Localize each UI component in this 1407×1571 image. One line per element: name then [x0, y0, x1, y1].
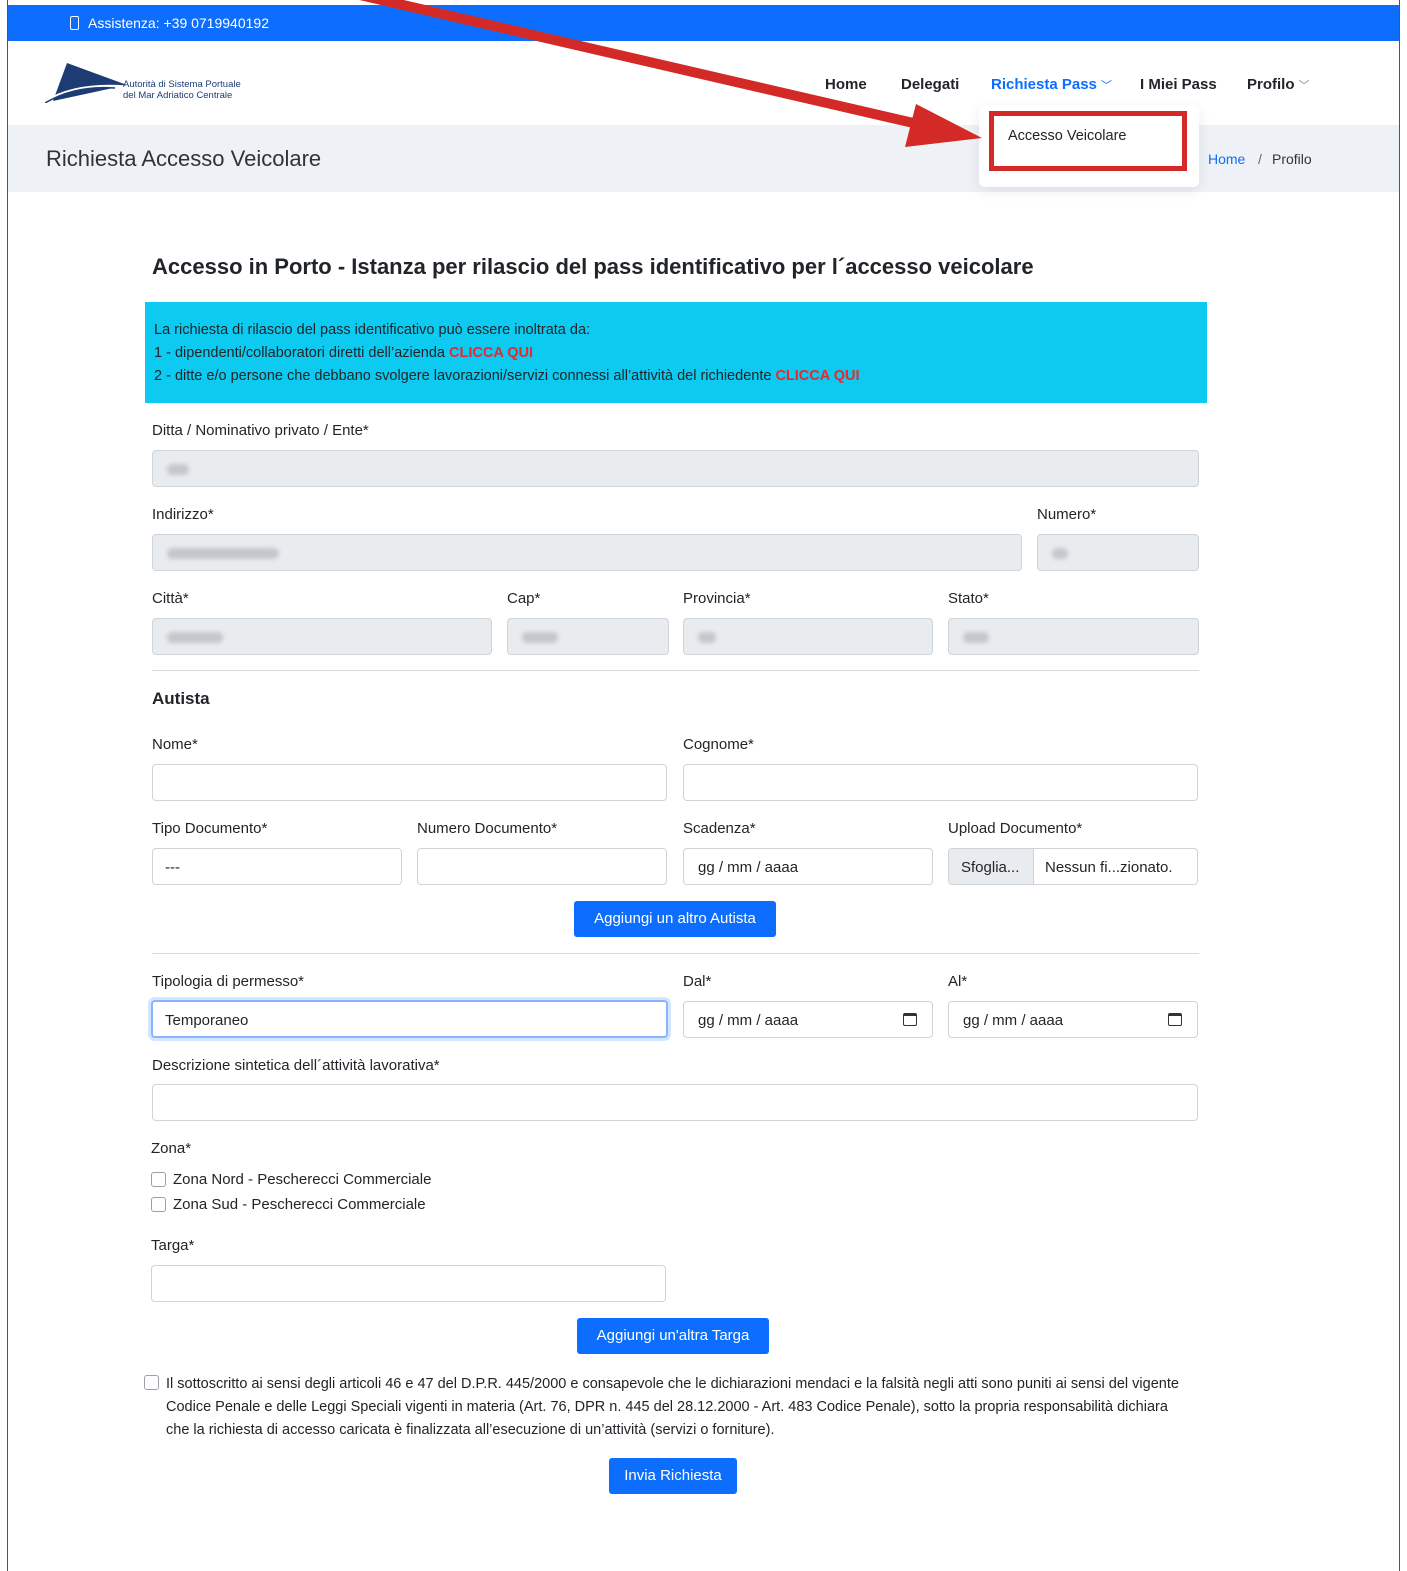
info-line-2-text: 1 - dipendenti/collaboratori diretti del…: [154, 345, 450, 361]
numero-field: [1037, 534, 1199, 571]
dal-date-input[interactable]: gg / mm / aaaa: [683, 1001, 933, 1038]
nav-profilo-label: Profilo: [1247, 76, 1295, 93]
zona-nord-checkbox[interactable]: [151, 1172, 166, 1187]
targa-input[interactable]: [151, 1265, 666, 1302]
breadcrumb-current: Profilo: [1272, 151, 1312, 167]
al-label: Al*: [948, 973, 968, 990]
breadcrumb-home[interactable]: Home: [1208, 151, 1245, 167]
info-line-1: La richiesta di rilascio del pass identi…: [154, 322, 591, 338]
add-targa-button[interactable]: Aggiungi un'altra Targa: [577, 1318, 769, 1354]
breadcrumb-separator: /: [1258, 151, 1262, 167]
redacted-value: [167, 548, 279, 559]
numero-documento-input[interactable]: [417, 848, 667, 885]
assistance-phone[interactable]: Assistenza: +39 0719940192: [88, 15, 269, 31]
browse-button[interactable]: Sfoglia...: [949, 849, 1034, 884]
numero-label: Numero*: [1037, 506, 1097, 523]
zona-nord-label[interactable]: Zona Nord - Pescherecci Commerciale: [173, 1171, 431, 1188]
section-divider: [152, 953, 1199, 954]
nome-label: Nome*: [152, 736, 198, 753]
info-alert: La richiesta di rilascio del pass identi…: [145, 302, 1207, 403]
redacted-value: [522, 632, 558, 643]
upload-documento-input[interactable]: Sfoglia... Nessun fi...zionato.: [948, 848, 1198, 885]
top-bar: Assistenza: +39 0719940192: [8, 5, 1399, 41]
indirizzo-field: [152, 534, 1022, 571]
page-title: Richiesta Accesso Veicolare: [46, 146, 322, 171]
autista-heading: Autista: [152, 689, 210, 708]
dal-label: Dal*: [683, 973, 712, 990]
nav-home[interactable]: Home: [825, 76, 867, 93]
phone-icon: [70, 16, 79, 30]
provincia-field: [683, 618, 933, 655]
indirizzo-label: Indirizzo*: [152, 506, 214, 523]
nav-richiesta-pass[interactable]: Richiesta Pass ﹀: [991, 76, 1112, 93]
upload-documento-label: Upload Documento*: [948, 820, 1083, 837]
scadenza-date-input[interactable]: gg / mm / aaaa: [683, 848, 933, 885]
stato-field: [948, 618, 1199, 655]
info-line-2: 1 - dipendenti/collaboratori diretti del…: [154, 342, 1207, 365]
descrizione-label: Descrizione sintetica dell´attività lavo…: [152, 1057, 440, 1074]
declaration-text: Il sottoscritto ai sensi degli articoli …: [166, 1376, 1179, 1438]
calendar-icon[interactable]: [903, 1013, 917, 1026]
annotation-highlight-box: [989, 111, 1187, 171]
dal-placeholder: gg / mm / aaaa: [698, 1012, 799, 1029]
section-divider: [152, 670, 1199, 671]
clicca-qui-link-1[interactable]: CLICCA QUI: [449, 345, 533, 361]
numero-documento-label: Numero Documento*: [417, 820, 558, 837]
chevron-down-icon: ﹀: [1100, 80, 1112, 92]
info-line-3-text: 2 - ditte e/o persone che debbano svolge…: [154, 368, 776, 384]
zona-sud-checkbox[interactable]: [151, 1197, 166, 1212]
calendar-icon[interactable]: [1168, 1013, 1182, 1026]
brand-line-1: Autorità di Sistema Portuale: [123, 79, 241, 90]
tipo-documento-label: Tipo Documento*: [152, 820, 268, 837]
targa-label: Targa*: [151, 1237, 195, 1254]
brand-text: Autorità di Sistema Portuale del Mar Adr…: [123, 79, 241, 101]
chevron-down-icon: ﹀: [1298, 80, 1310, 92]
submit-button[interactable]: Invia Richiesta: [609, 1458, 737, 1494]
citta-label: Città*: [152, 590, 189, 607]
logo[interactable]: [45, 63, 127, 103]
cognome-input[interactable]: [683, 764, 1198, 801]
scadenza-label: Scadenza*: [683, 820, 756, 837]
citta-field: [152, 618, 492, 655]
nav-richiesta-pass-label: Richiesta Pass: [991, 76, 1097, 93]
redacted-value: [698, 632, 716, 643]
add-autista-button[interactable]: Aggiungi un altro Autista: [574, 901, 776, 937]
tipologia-label: Tipologia di permesso*: [152, 973, 305, 990]
cap-field: [507, 618, 669, 655]
tipo-documento-select[interactable]: ---: [152, 848, 402, 885]
redacted-value: [963, 632, 989, 643]
zona-sud-label[interactable]: Zona Sud - Pescherecci Commerciale: [173, 1196, 426, 1213]
page-frame: Assistenza: +39 0719940192 Autorità di S…: [7, 0, 1400, 1571]
nome-input[interactable]: [152, 764, 667, 801]
al-date-input[interactable]: gg / mm / aaaa: [948, 1001, 1198, 1038]
descrizione-input[interactable]: [152, 1084, 1198, 1121]
zona-label: Zona*: [151, 1140, 192, 1157]
ditta-field: [152, 450, 1199, 487]
redacted-value: [167, 464, 189, 475]
ditta-label: Ditta / Nominativo privato / Ente*: [152, 422, 369, 439]
info-line-3: 2 - ditte e/o persone che debbano svolge…: [154, 365, 1207, 388]
al-placeholder: gg / mm / aaaa: [963, 1012, 1064, 1029]
provincia-label: Provincia*: [683, 590, 751, 607]
nav-miei-pass[interactable]: I Miei Pass: [1140, 76, 1217, 93]
upload-status: Nessun fi...zionato.: [1045, 859, 1173, 876]
nav-delegati[interactable]: Delegati: [901, 76, 959, 93]
redacted-value: [167, 632, 223, 643]
redacted-value: [1052, 548, 1068, 559]
nav-profilo[interactable]: Profilo ﹀: [1247, 76, 1310, 93]
tipologia-select[interactable]: Temporaneo: [151, 1000, 668, 1038]
cognome-label: Cognome*: [683, 736, 754, 753]
declaration-checkbox[interactable]: [144, 1375, 159, 1390]
form-heading: Accesso in Porto - Istanza per rilascio …: [152, 254, 1034, 279]
stato-label: Stato*: [948, 590, 989, 607]
brand-line-2: del Mar Adriatico Centrale: [123, 90, 233, 101]
clicca-qui-link-2[interactable]: CLICCA QUI: [775, 368, 859, 384]
cap-label: Cap*: [507, 590, 541, 607]
